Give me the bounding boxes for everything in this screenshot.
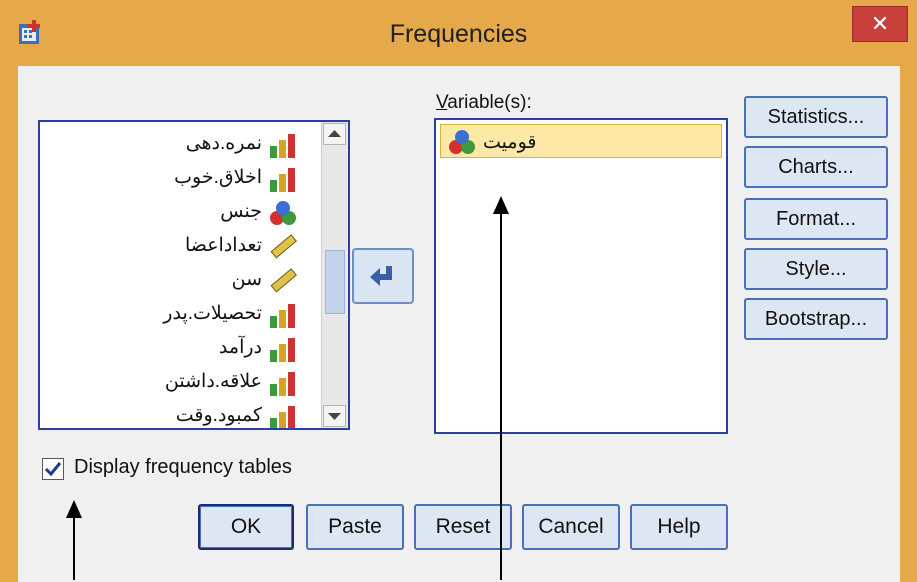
annotation-arrows xyxy=(66,196,509,580)
arrow-up-annotation-variables xyxy=(493,196,509,580)
arrow-up-annotation-checkbox xyxy=(66,500,82,580)
frequencies-dialog: Frequencies ✕ نمره.دهی اخلاق.خوب جنس تعد… xyxy=(0,0,917,582)
